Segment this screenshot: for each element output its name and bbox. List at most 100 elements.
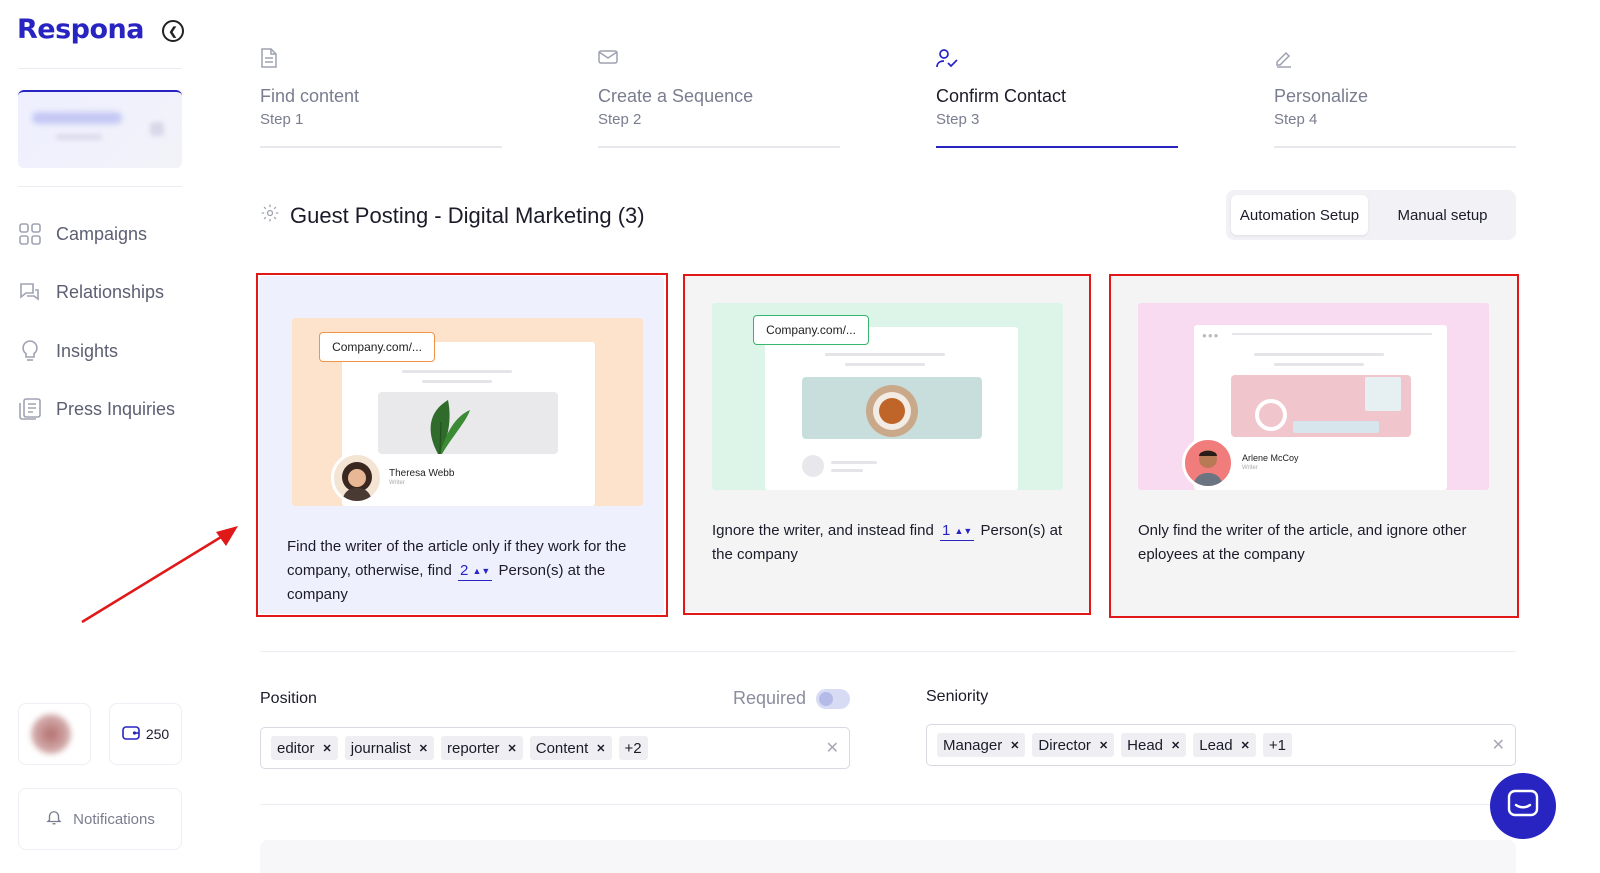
annotation-arrow-icon [81,526,238,624]
tag-label: Lead [1199,736,1233,754]
section-divider [260,651,1516,652]
remove-tag-icon[interactable]: ✕ [1241,739,1250,752]
step-progress-line [598,146,840,148]
sidebar-item-relationships[interactable]: Relationships [18,277,164,307]
highlight-box [256,273,668,617]
chat-icon [1506,788,1540,825]
tag-label: Director [1038,736,1091,754]
remove-tag-icon[interactable]: ✕ [1010,739,1019,752]
sidebar-item-label: Campaigns [56,223,148,244]
step-title: Personalize [1274,86,1369,106]
workspace-switcher[interactable] [18,90,182,168]
sidebar-divider [18,68,182,69]
document-icon [260,48,502,70]
collapse-sidebar-button[interactable]: ❮ [162,20,184,42]
position-tag-input[interactable]: editor ✕ journalist ✕ reporter ✕ Content ✕ +… [260,727,850,769]
credits-button[interactable]: 250 [109,703,182,765]
lightbulb-icon [18,339,42,363]
step-number: Step 3 [936,111,980,128]
required-toggle-group: Required [733,688,851,709]
manual-setup-tab[interactable]: Manual setup [1374,195,1511,235]
step-title: Create a Sequence [598,86,754,106]
notifications-button[interactable]: Notifications [18,788,182,850]
chat-bubbles-icon [18,280,42,304]
step-find-content[interactable]: Find content Step 1 [260,48,502,148]
sidebar-divider [18,186,182,187]
tag-chip: Content ✕ [529,736,612,760]
setup-mode-toggle: Automation Setup Manual setup [1226,190,1516,240]
sidebar-item-label: Press Inquiries [56,398,176,419]
notifications-label: Notifications [73,810,155,828]
envelope-icon [598,48,840,70]
seniority-tag-input[interactable]: Manager ✕ Director ✕ Head ✕ Lead ✕ +1 ✕ [926,724,1516,766]
tag-chip: Head ✕ [1121,733,1187,757]
remove-tag-icon[interactable]: ✕ [1099,739,1108,752]
step-number: Step 2 [598,111,642,128]
bell-icon [45,808,63,830]
section-divider [260,804,1516,805]
grid-icon [18,222,42,246]
respona-logo[interactable]: Respona [17,14,145,45]
step-progress-line [936,146,1178,148]
step-create-sequence[interactable]: Create a Sequence Step 2 [598,48,840,148]
step-title: Find content [260,86,360,106]
step-personalize[interactable]: Personalize Step 4 [1274,48,1516,148]
sidebar-item-label: Insights [56,340,119,361]
workspace-sub-blurred [56,134,102,140]
tag-chip: reporter ✕ [441,736,523,760]
clear-icon[interactable]: ✕ [1492,735,1505,755]
step-number: Step 1 [260,111,304,128]
tag-label: Head [1127,736,1164,754]
sidebar-item-insights[interactable]: Insights [18,336,118,366]
tag-label: reporter [447,739,500,757]
workspace-name-blurred [32,112,122,124]
remove-tag-icon[interactable]: ✕ [596,742,605,755]
step-title: Confirm Contact [936,86,1067,106]
tag-chip: journalist ✕ [344,736,434,760]
step-confirm-contact[interactable]: Confirm Contact Step 3 [936,48,1178,148]
step-number: Step 4 [1274,111,1318,128]
position-label: Position [260,690,317,707]
more-tags-badge[interactable]: +1 [1262,733,1292,757]
avatar [31,714,71,754]
tag-chip: Lead ✕ [1193,733,1256,757]
remove-tag-icon[interactable]: ✕ [508,742,517,755]
sidebar-item-campaigns[interactable]: Campaigns [18,219,147,249]
highlight-box [1109,274,1519,618]
campaign-header: Guest Posting - Digital Marketing (3) [260,203,645,229]
tag-label: Manager [943,736,1003,754]
wallet-icon [122,725,140,744]
next-section-panel [260,840,1516,873]
seniority-label: Seniority [926,688,989,705]
required-label: Required [733,688,807,708]
gear-icon[interactable] [260,203,280,229]
chevron-down-icon [150,122,164,136]
tag-label: Content [535,739,589,757]
credits-count: 250 [145,726,170,742]
tag-chip: Director ✕ [1032,733,1115,757]
remove-tag-icon[interactable]: ✕ [323,742,332,755]
tag-label: journalist [350,739,411,757]
user-check-icon [936,48,1178,70]
live-chat-button[interactable] [1490,773,1556,839]
clear-icon[interactable]: ✕ [826,738,839,758]
toggle-knob [819,691,834,706]
remove-tag-icon[interactable]: ✕ [1171,739,1180,752]
sidebar-item-label: Relationships [56,281,165,302]
automation-setup-tab[interactable]: Automation Setup [1231,195,1368,235]
step-progress-line [1274,146,1516,148]
newspaper-icon [18,397,42,421]
chevron-left-icon: ❮ [168,25,178,38]
highlight-box [683,274,1091,615]
tag-chip: editor ✕ [271,736,338,760]
tag-chip: Manager ✕ [937,733,1026,757]
more-tags-badge[interactable]: +2 [618,736,648,760]
page-title: Guest Posting - Digital Marketing (3) [290,203,645,228]
step-progress-line [260,146,502,148]
user-avatar-button[interactable] [18,703,91,765]
required-toggle[interactable] [816,688,851,709]
sidebar-item-press-inquiries[interactable]: Press Inquiries [18,394,175,424]
remove-tag-icon[interactable]: ✕ [419,742,428,755]
tag-label: editor [277,739,315,757]
pencil-icon [1274,48,1516,70]
